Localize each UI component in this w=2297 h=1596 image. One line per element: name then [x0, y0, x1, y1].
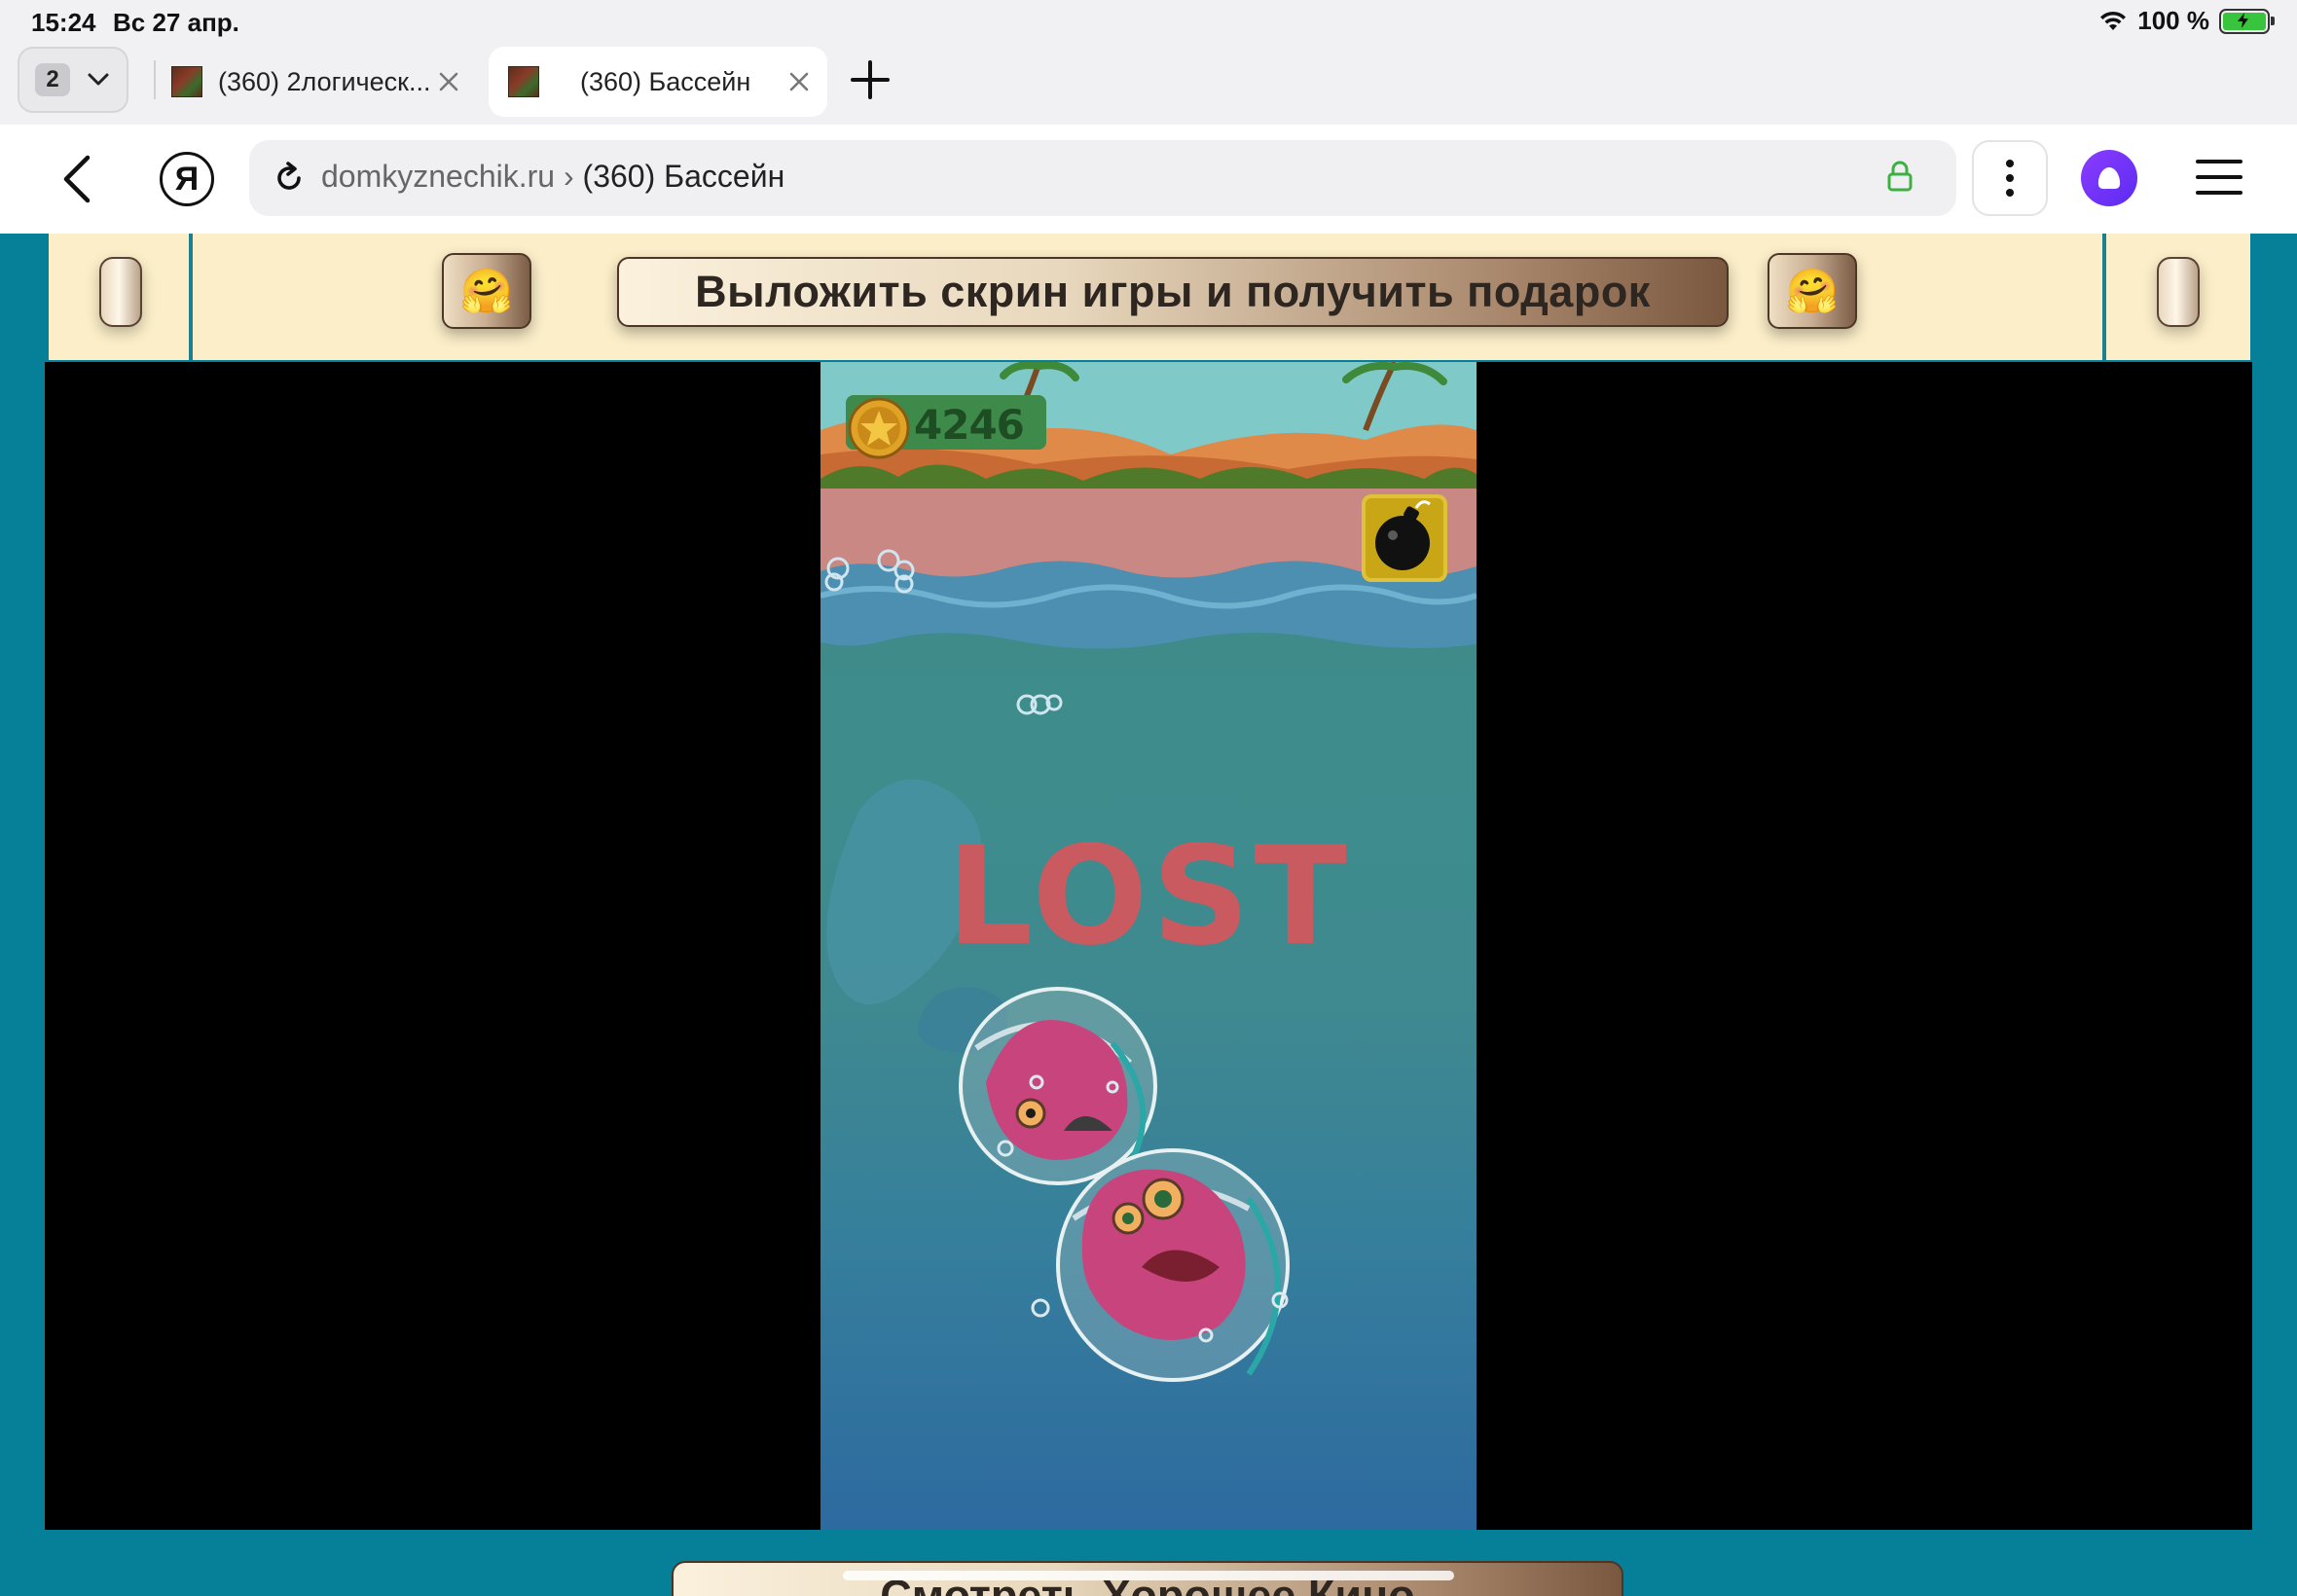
- tab-title: (360) 2логическ...: [218, 66, 431, 96]
- coin-counter: 4246: [846, 395, 1046, 459]
- yandex-logo-button[interactable]: Я: [160, 152, 214, 206]
- tab-strip: 2 (360) 2логическ... (360) Бассейн: [0, 45, 2297, 125]
- home-indicator[interactable]: [843, 1571, 1454, 1580]
- battery-charging-icon: [2219, 8, 2275, 34]
- site-favicon-icon: [508, 66, 539, 97]
- web-content: 🤗 Выложить скрин игры и получить подарок…: [0, 234, 2297, 1596]
- address-bar[interactable]: domkyznechik.ru › (360) Бассейн: [249, 140, 1956, 216]
- back-arrow-icon[interactable]: [56, 152, 99, 206]
- banner-divider: [2102, 234, 2106, 360]
- tab-logic-games[interactable]: (360) 2логическ...: [162, 47, 477, 117]
- tab-divider: [154, 60, 156, 99]
- game-canvas[interactable]: 4246 LOST: [820, 362, 1477, 1530]
- reload-icon[interactable]: [271, 160, 308, 197]
- hugging-emoji-button-right[interactable]: 🤗: [1768, 253, 1857, 329]
- url-text: domkyznechik.ru › (360) Бассейн: [321, 159, 784, 195]
- status-indicators: 100 %: [2098, 6, 2275, 36]
- share-screenshot-label: Выложить скрин игры и получить подарок: [695, 267, 1651, 316]
- tab-switcher-button[interactable]: 2: [18, 47, 128, 113]
- coin-star-icon: [848, 397, 910, 459]
- hugging-face-icon: 🤗: [1785, 268, 1840, 315]
- kebab-menu-icon: [2006, 160, 2014, 197]
- more-options-button[interactable]: [1972, 140, 2048, 216]
- bomb-icon: [1375, 500, 1431, 570]
- yandex-letter: Я: [174, 160, 200, 198]
- chevron-down-icon: [88, 73, 109, 86]
- url-domain: domkyznechik.ru: [321, 159, 556, 194]
- status-time: 15:24: [31, 8, 96, 37]
- alice-icon: [2097, 167, 2121, 190]
- lock-icon[interactable]: [1886, 160, 1914, 193]
- new-tab-plus-icon[interactable]: [849, 58, 892, 101]
- browser-toolbar: Я domkyznechik.ru › (360) Бассейн: [0, 125, 2297, 234]
- promo-banner: 🤗 Выложить скрин игры и получить подарок…: [49, 234, 2250, 360]
- banner-divider: [189, 234, 193, 360]
- game-over-lost-text: LOST: [946, 817, 1351, 976]
- creature-1-pupil: [1026, 1108, 1036, 1118]
- banner-handle-right[interactable]: [2157, 257, 2200, 327]
- banner-handle-left[interactable]: [99, 257, 142, 327]
- game-frame: 4246 LOST: [45, 362, 2252, 1530]
- hugging-face-icon: 🤗: [459, 268, 514, 315]
- url-page-title: (360) Бассейн: [582, 159, 785, 194]
- coin-count: 4246: [914, 401, 1025, 449]
- close-icon[interactable]: [434, 67, 463, 96]
- hamburger-menu-icon[interactable]: [2196, 158, 2242, 197]
- tab-title: (360) Бассейн: [580, 66, 751, 96]
- site-favicon-icon: [171, 66, 202, 97]
- url-separator: ›: [555, 159, 583, 194]
- battery-percent: 100 %: [2137, 6, 2209, 35]
- creature-2-pupil: [1122, 1213, 1134, 1224]
- bomb-powerup-button[interactable]: [1362, 494, 1447, 582]
- close-icon[interactable]: [784, 67, 814, 96]
- tab-pool[interactable]: (360) Бассейн: [489, 47, 827, 117]
- tab-count: 2: [35, 63, 70, 96]
- alice-assistant-button[interactable]: [2081, 150, 2137, 206]
- wifi-icon: [2100, 11, 2127, 30]
- share-screenshot-button[interactable]: Выложить скрин игры и получить подарок: [617, 257, 1729, 327]
- hugging-emoji-button-left[interactable]: 🤗: [442, 253, 531, 329]
- status-date: Вс 27 апр.: [113, 8, 239, 37]
- status-bar: 15:24 Вс 27 апр. 100 %: [0, 0, 2297, 45]
- creature-2-pupil: [1154, 1190, 1172, 1208]
